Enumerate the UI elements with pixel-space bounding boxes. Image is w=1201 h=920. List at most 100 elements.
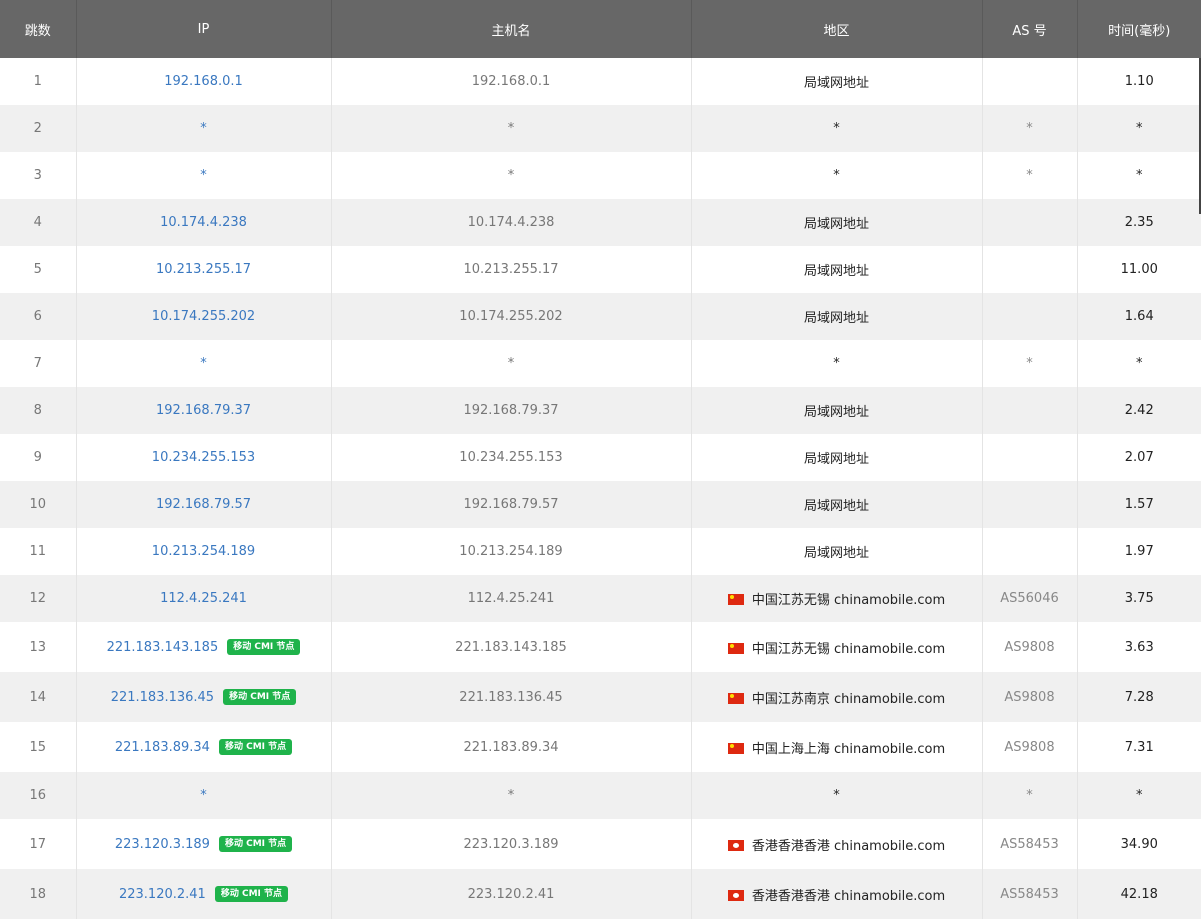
ip-cell: * [76,340,332,387]
ip-link[interactable]: 10.213.254.189 [152,544,255,559]
host-cell: 223.120.2.41 [331,869,692,919]
ip-cell: 10.213.255.17 [76,246,332,293]
table-row: 12 112.4.25.241 112.4.25.241 中国江苏无锡 chinamo… [0,575,1201,622]
cmi-node-badge: 移动 CMI 节点 [218,836,293,852]
table-row: 13 221.183.143.185 移动 CMI 节点 221.183.143.18… [0,622,1201,672]
hop-cell: 1 [0,58,77,105]
ip-link[interactable]: 192.168.79.57 [156,497,251,512]
ip-cell-content: 221.183.136.45 移动 CMI 节点 [111,689,297,705]
time-cell: * [1136,356,1143,371]
ip-cell: 112.4.25.241 [76,575,332,622]
region-text: 局域网地址 [803,264,869,279]
time-cell: * [1077,772,1201,819]
region-cell: 香港香港香港 chinamobile.com [691,819,983,869]
as-cell [982,58,1078,105]
ip-link[interactable]: 221.183.143.185 [107,640,219,655]
as-cell [982,528,1078,575]
ip-link[interactable]: 10.213.255.17 [156,262,251,277]
traceroute-table: 跳数 IP 主机名 地区 AS 号 时间(毫秒) 1 192.168.0.1 192… [0,0,1201,919]
ip-link[interactable]: 112.4.25.241 [160,591,247,606]
host-cell: 10.213.255.17 [331,246,692,293]
as-cell: AS9808 [982,672,1078,722]
region-cell: 局域网地址 [691,58,983,105]
region-text: 局域网地址 [803,311,869,326]
time-cell: 1.64 [1077,293,1201,340]
hop-cell: 13 [0,622,77,672]
hop-cell: 3 [0,152,77,199]
hop-cell: 5 [0,246,77,293]
hop-cell: 8 [0,387,77,434]
ip-cell: 192.168.79.37 [76,387,332,434]
cmi-node-badge: 移动 CMI 节点 [227,639,301,655]
time-cell: 7.28 [1077,672,1201,722]
host-cell: 192.168.0.1 [331,58,692,105]
header-host: 主机名 [331,0,692,58]
host-cell: * [331,105,692,152]
ip-cell-content: 223.120.2.41 移动 CMI 节点 [119,886,289,902]
ip-cell: 192.168.79.57 [76,481,332,528]
as-cell: AS58453 [982,819,1078,869]
time-cell: 1.97 [1124,544,1154,559]
as-cell [982,481,1078,528]
hk-flag-icon [727,839,744,851]
ip-link[interactable]: 10.174.4.238 [160,215,247,230]
region-text: 局域网地址 [803,405,869,420]
region-cell: 局域网地址 [691,293,983,340]
time-cell: 42.18 [1077,869,1201,919]
ip-link[interactable]: 221.183.136.45 [111,690,214,705]
ip-link[interactable]: * [200,121,207,136]
hop-cell: 6 [0,293,77,340]
region-cell: 中国江苏无锡 chinamobile.com [691,622,983,672]
hop-cell: 15 [0,722,77,772]
hop-cell: 12 [0,575,77,622]
ip-link[interactable]: 10.234.255.153 [152,450,255,465]
ip-link[interactable]: * [200,788,207,803]
ip-cell: 10.174.255.202 [76,293,332,340]
ip-link[interactable]: 221.183.89.34 [115,740,210,755]
region-cell: 局域网地址 [691,434,983,481]
table-row: 16 * * * * * [0,772,1201,819]
table-row: 6 10.174.255.202 10.174.255.202 局域网地址 1.64 [0,293,1201,340]
as-cell: AS9808 [982,622,1078,672]
ip-link[interactable]: 223.120.2.41 [119,887,206,902]
cn-flag-icon [727,742,744,754]
ip-link[interactable]: * [200,356,207,371]
ip-link[interactable]: 10.174.255.202 [152,309,255,324]
region-text: 局域网地址 [803,452,869,467]
ip-link[interactable]: * [200,168,207,183]
time-cell: 34.90 [1120,836,1158,852]
cn-flag-icon [727,692,744,704]
region-text: 中国江苏无锡 chinamobile.com [751,593,946,608]
ip-link[interactable]: 192.168.79.37 [156,403,251,418]
ip-cell-content: 221.183.89.34 移动 CMI 节点 [115,739,293,755]
region-text: 局域网地址 [803,76,869,91]
cn-flag-icon [727,594,744,605]
table-row: 17 223.120.3.189 移动 CMI 节点 223.120.3.189 香港香… [0,819,1201,869]
as-cell: * [982,340,1078,387]
time-cell: 1.57 [1077,481,1201,528]
region-cell: 中国江苏无锡 chinamobile.com [691,575,983,622]
region-text: 香港香港香港 chinamobile.com [751,838,946,854]
host-cell: 10.213.254.189 [331,528,692,575]
as-cell [982,293,1078,340]
hop-cell: 9 [0,434,77,481]
header-time: 时间(毫秒) [1077,0,1201,58]
header-region: 地区 [691,0,983,58]
ip-cell: * [76,152,332,199]
header-ip: IP [76,0,332,58]
ip-link[interactable]: 223.120.3.189 [115,837,210,852]
ip-cell: * [76,772,332,819]
region-text: 中国江苏南京 chinamobile.com [751,691,946,707]
hop-cell: 17 [0,819,77,869]
region-cell: 中国上海上海 chinamobile.com [691,722,983,772]
as-cell [982,387,1078,434]
hk-flag-icon [727,889,744,901]
ip-link[interactable]: 192.168.0.1 [164,74,243,89]
host-cell: 10.174.255.202 [331,293,692,340]
hop-cell: 10 [0,481,77,528]
ip-cell: 10.174.4.238 [76,199,332,246]
hop-cell: 4 [0,199,77,246]
host-cell: 223.120.3.189 [331,819,692,869]
ip-cell: 221.183.136.45 移动 CMI 节点 [76,672,332,722]
as-cell [982,246,1078,293]
